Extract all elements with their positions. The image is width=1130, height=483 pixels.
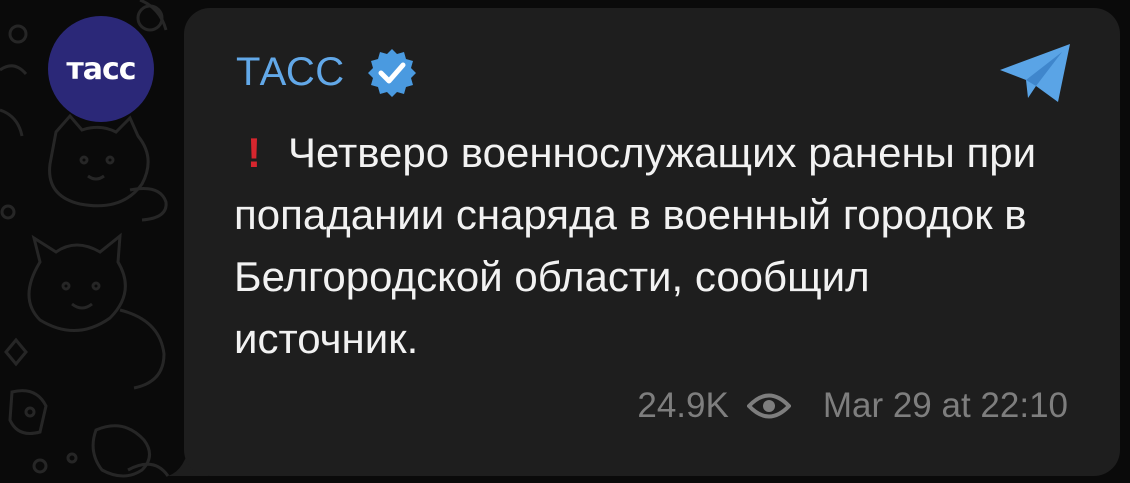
channel-name[interactable]: ТАСС — [236, 50, 345, 95]
exclamation-icon: ! — [247, 129, 261, 176]
telegram-share-icon[interactable] — [996, 40, 1074, 106]
avatar-text: тасс — [66, 51, 136, 87]
message-date: Mar 29 at 22:10 — [822, 386, 1068, 425]
message-meta: 24.9K Mar 29 at 22:10 — [637, 386, 1068, 426]
channel-avatar[interactable]: тасс — [48, 16, 154, 122]
message-text: Четверо военнослужащих ранены при попада… — [234, 129, 1037, 362]
view-count: 24.9K — [637, 386, 729, 425]
message-text-block: ! Четверо военнослужащих ранены при попад… — [234, 122, 1054, 370]
verified-badge-icon — [367, 49, 416, 97]
eye-icon — [746, 393, 791, 419]
channel-header: ТАСС — [236, 46, 417, 98]
